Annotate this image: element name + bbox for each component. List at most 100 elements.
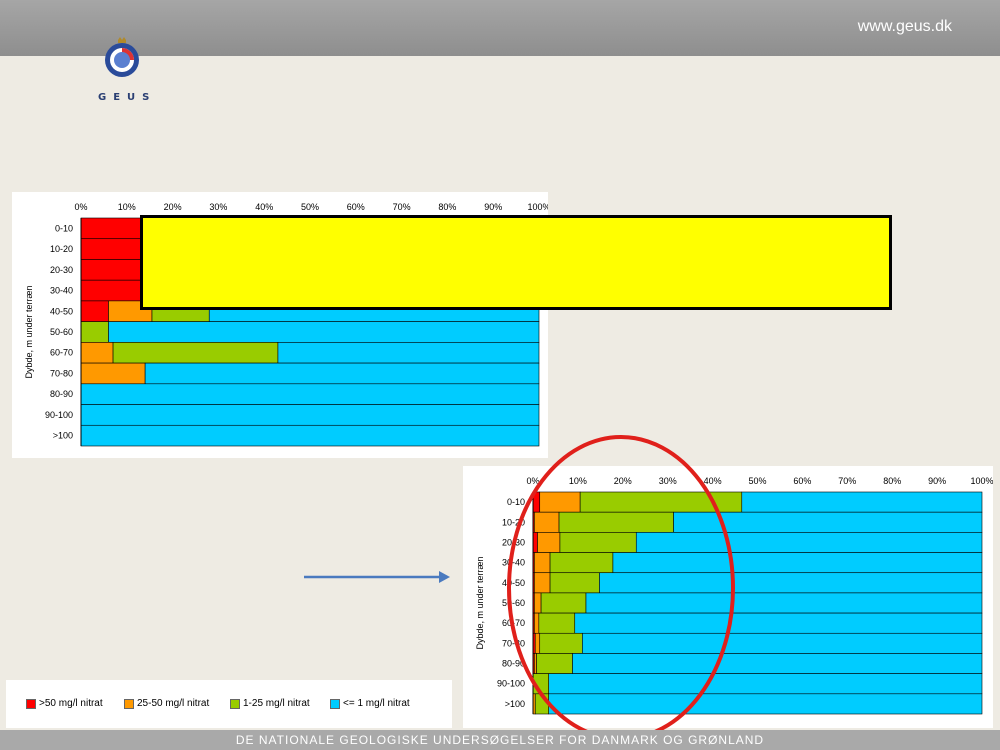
- bar-segment: [579, 491, 743, 513]
- bar-segment: [548, 673, 983, 695]
- bar-segment: [80, 300, 109, 322]
- x-tick-label: 10%: [118, 202, 136, 212]
- bar-segment: [538, 612, 576, 634]
- legend-label: >50 mg/l nitrat: [39, 698, 103, 709]
- bar-segment: [80, 404, 540, 426]
- header-bar: www.geus.dk: [0, 0, 1000, 56]
- legend-swatch: [230, 698, 240, 709]
- category-label: 40-50: [502, 578, 525, 588]
- category-label: 20-30: [502, 537, 525, 547]
- legend: >50 mg/l nitrat 25-50 mg/l nitrat 1-25 m…: [6, 680, 452, 728]
- bar-segment: [532, 491, 541, 513]
- x-tick-label: 50%: [301, 202, 319, 212]
- x-tick-label: 20%: [164, 202, 182, 212]
- legend-swatch: [124, 698, 134, 709]
- category-label: 90-100: [497, 679, 525, 689]
- x-tick-label: 40%: [255, 202, 273, 212]
- category-label: 90-100: [45, 410, 73, 420]
- x-tick-label: 100%: [970, 476, 993, 486]
- category-label: 30-40: [50, 286, 73, 296]
- highlight-box: [140, 215, 892, 310]
- category-label: 70-80: [502, 638, 525, 648]
- bar-segment: [80, 383, 540, 405]
- x-tick-label: 80%: [438, 202, 456, 212]
- chart-2: 0% 10% 20% 30% 40% 50% 60% 70% 80% 90% 100% 0-10 10-…: [475, 476, 994, 715]
- legend-item: <= 1 mg/l nitrat: [330, 698, 410, 709]
- bar-segment: [741, 491, 983, 513]
- bar-segment: [532, 673, 550, 695]
- y-axis-label: Dybde, m under terræn: [24, 285, 34, 378]
- bar-segment: [635, 532, 983, 553]
- x-tick-label: 60%: [347, 202, 365, 212]
- category-label: 70-80: [50, 368, 73, 378]
- x-tick-label: 0%: [526, 476, 539, 486]
- category-label: 80-90: [502, 659, 525, 669]
- legend-label: <= 1 mg/l nitrat: [343, 698, 410, 709]
- category-label: 60-70: [502, 618, 525, 628]
- x-tick-label: 20%: [614, 476, 632, 486]
- legend-item: 25-50 mg/l nitrat: [124, 698, 209, 709]
- bar-segment: [80, 238, 141, 260]
- x-tick-label: 100%: [527, 202, 548, 212]
- legend-item: >50 mg/l nitrat: [26, 698, 103, 709]
- bar-segment: [558, 511, 674, 533]
- bar-segment: [559, 532, 637, 553]
- bar-segment: [534, 693, 550, 715]
- chart-2-panel: 0% 10% 20% 30% 40% 50% 60% 70% 80% 90% 100% 0-10 10-…: [463, 466, 994, 728]
- bar-segment: [534, 612, 540, 634]
- bar-segment: [534, 572, 551, 594]
- bar-segment: [144, 362, 540, 385]
- x-tick-label: 80%: [883, 476, 901, 486]
- bar-segment: [534, 653, 537, 674]
- legend-item: 1-25 mg/l nitrat: [230, 698, 310, 709]
- bar-segment: [549, 572, 600, 594]
- x-tick-label: 0%: [74, 202, 87, 212]
- bar-segment: [599, 572, 983, 594]
- category-label: 50-60: [50, 327, 73, 337]
- arrowhead-icon: [439, 571, 450, 583]
- category-label: >100: [505, 699, 525, 709]
- bar-segment: [112, 342, 279, 364]
- x-tick-label: 10%: [569, 476, 587, 486]
- category-label: 40-50: [50, 306, 73, 316]
- category-label: 50-60: [502, 598, 525, 608]
- website-url[interactable]: www.geus.dk: [858, 18, 952, 36]
- x-tick-label: 50%: [748, 476, 766, 486]
- category-label: 0-10: [507, 497, 525, 507]
- footer: DE NATIONALE GEOLOGISKE UNDERSØGELSER FO…: [0, 730, 1000, 750]
- bar-segment: [537, 532, 561, 553]
- category-label: 10-20: [50, 244, 73, 254]
- category-label: 20-30: [50, 265, 73, 275]
- bar-segment: [582, 632, 983, 654]
- bar-segment: [80, 321, 109, 343]
- bar-segment: [572, 653, 983, 674]
- bar-segment: [534, 632, 541, 654]
- bar-segment: [80, 217, 141, 240]
- bar-segment: [539, 632, 583, 654]
- x-tick-label: 70%: [838, 476, 856, 486]
- bar-segment: [534, 592, 542, 614]
- legend-swatch: [26, 698, 36, 709]
- legend-label: 1-25 mg/l nitrat: [243, 698, 310, 709]
- x-tick-label: 90%: [484, 202, 502, 212]
- bar-segment: [574, 612, 983, 634]
- bar-segment: [80, 424, 540, 447]
- bar-segment: [673, 511, 983, 533]
- y-axis-label: Dybde, m under terræn: [475, 556, 485, 649]
- legend-label: 25-50 mg/l nitrat: [137, 698, 210, 709]
- bar-segment: [585, 592, 983, 614]
- category-label: 60-70: [50, 348, 73, 358]
- bar-segment: [536, 653, 573, 674]
- bar-segment: [534, 552, 551, 574]
- bar-segment: [532, 532, 538, 553]
- bar-segment: [80, 259, 141, 281]
- x-tick-label: 90%: [928, 476, 946, 486]
- x-tick-label: 30%: [209, 202, 227, 212]
- category-label: >100: [53, 431, 73, 441]
- bar-segment: [612, 552, 983, 574]
- logo-text: GEUS: [98, 92, 157, 103]
- x-tick-label: 30%: [659, 476, 677, 486]
- x-tick-label: 40%: [704, 476, 722, 486]
- bar-segment: [539, 491, 581, 513]
- category-label: 0-10: [55, 223, 73, 233]
